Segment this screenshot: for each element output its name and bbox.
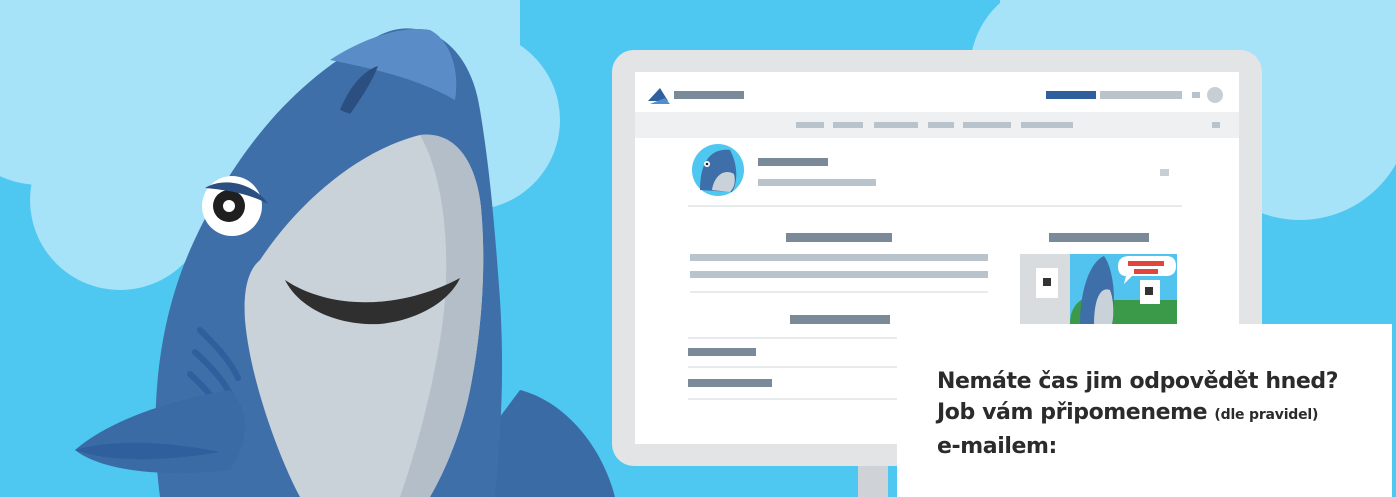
callout-note: (dle pravidel) — [1214, 407, 1319, 423]
avatar-shark-icon — [692, 144, 744, 196]
nav-active-placeholder — [1046, 91, 1096, 99]
menu-dot-icon — [1160, 169, 1169, 176]
hero-banner: Nemáte čas jim odpovědět hned? Job vám p… — [0, 0, 1396, 497]
profile-divider — [688, 205, 1182, 207]
bubble-line — [1134, 269, 1158, 274]
callout-line-2: Job vám připomeneme — [937, 400, 1208, 425]
divider — [688, 398, 898, 400]
divider — [688, 337, 898, 339]
section-heading-placeholder — [786, 233, 892, 242]
text-line-placeholder — [690, 271, 988, 278]
reminder-callout: Nemáte čas jim odpovědět hned? Job vám p… — [897, 324, 1392, 497]
callout-text: Nemáte čas jim odpovědět hned? Job vám p… — [937, 366, 1392, 462]
callout-line-3: e-mailem: — [937, 434, 1057, 459]
divider — [688, 366, 898, 368]
text-line-placeholder — [690, 254, 988, 261]
callout-line-1: Nemáte čas jim odpovědět hned? — [937, 369, 1339, 394]
bubble-line — [1128, 261, 1164, 266]
list-item-placeholder — [688, 348, 756, 356]
nav-small-placeholder — [1192, 92, 1200, 98]
sidebar-heading-placeholder — [1049, 233, 1149, 242]
list-item-placeholder — [688, 379, 772, 387]
logo-text-placeholder — [674, 91, 744, 99]
user-avatar-dot — [1207, 87, 1223, 103]
divider — [690, 291, 988, 293]
section-heading-placeholder — [790, 315, 890, 324]
profile-name-placeholder — [758, 158, 828, 166]
profile-subtitle-placeholder — [758, 179, 876, 186]
nav-placeholder — [1100, 91, 1182, 99]
promo-thumbnail — [1020, 254, 1177, 324]
